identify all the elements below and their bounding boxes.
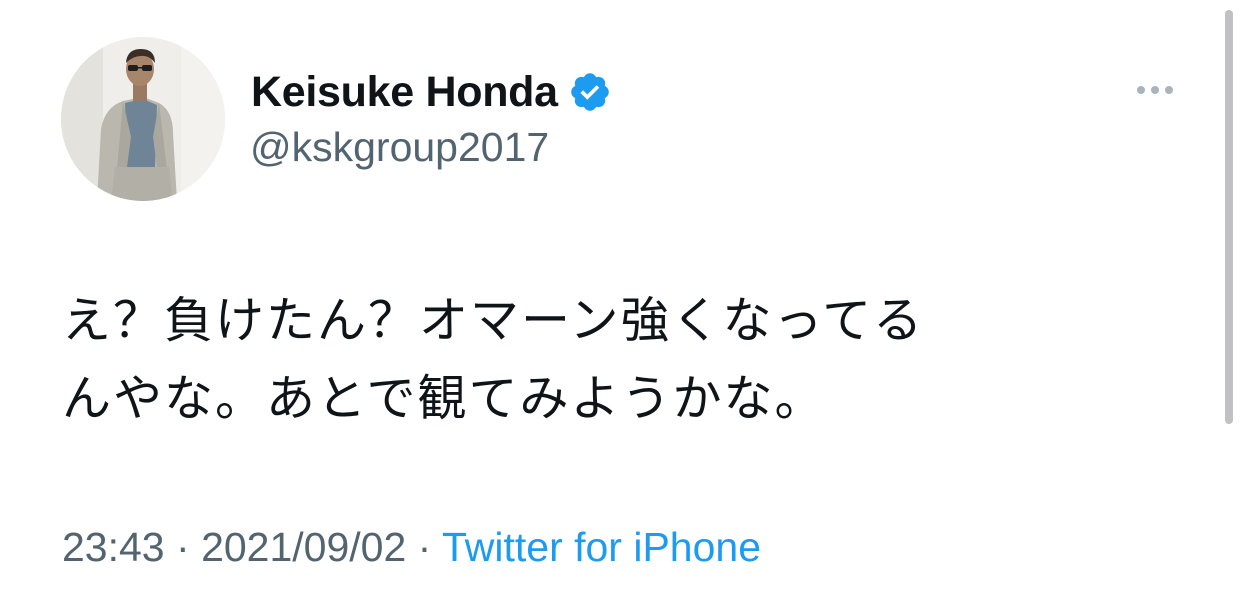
avatar[interactable] bbox=[61, 37, 225, 201]
tweet-text-line: んやな。あとで観てみようかな。 bbox=[62, 370, 826, 427]
ellipsis-icon-dot bbox=[1165, 86, 1173, 94]
tweet-metadata: 23:43 · 2021/09/02 · Twitter for iPhone bbox=[62, 524, 761, 571]
author-name-row: Keisuke Honda bbox=[251, 64, 612, 120]
ellipsis-icon-dot bbox=[1151, 86, 1159, 94]
tweet-source-link[interactable]: Twitter for iPhone bbox=[442, 524, 761, 570]
author-display-name[interactable]: Keisuke Honda bbox=[251, 68, 558, 117]
verified-badge-icon bbox=[570, 73, 609, 111]
ellipsis-icon-dot bbox=[1137, 86, 1145, 94]
tweet-text: え？負けたん？オマーン強くなってる んやな。あとで観てみようかな。 bbox=[62, 282, 1182, 438]
author-handle[interactable]: @kskgroup2017 bbox=[250, 124, 549, 171]
tweet-text-line: え？負けたん？オマーン強くなってる bbox=[62, 292, 925, 349]
scrollbar[interactable] bbox=[1225, 10, 1233, 424]
meta-separator: · bbox=[176, 524, 202, 570]
tweet-date[interactable]: 2021/09/02 bbox=[201, 524, 406, 570]
tweet-time[interactable]: 23:43 bbox=[62, 524, 165, 570]
more-options-button[interactable] bbox=[1128, 76, 1182, 104]
avatar-photo bbox=[61, 37, 225, 201]
meta-separator: · bbox=[417, 524, 442, 570]
